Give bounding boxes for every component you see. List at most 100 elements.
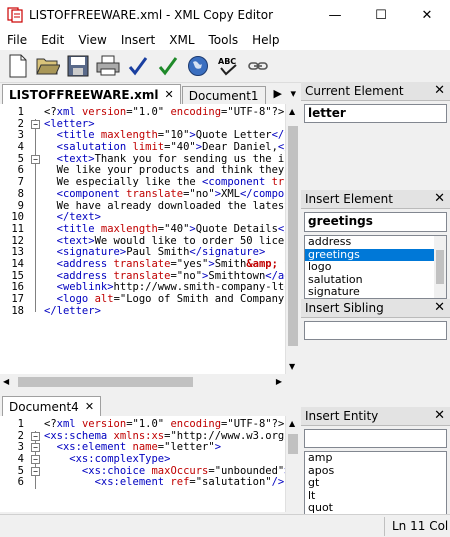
fold-guide — [35, 223, 36, 236]
tab-listoffreeware[interactable]: LISTOFFREEWARE.xml ✕ — [2, 84, 181, 104]
code-line[interactable]: 17 <logo alt="Logo of Smith and Company … — [0, 293, 285, 306]
horizontal-scrollbar-top[interactable]: ◀ ▶ — [0, 374, 300, 390]
code-token: Quote Details — [195, 222, 278, 235]
tab-document4[interactable]: Document4 ✕ — [2, 396, 102, 416]
code-token: ref — [164, 476, 190, 489]
list-item[interactable]: apos — [305, 464, 446, 478]
scroll-down-icon[interactable]: ▼ — [289, 362, 295, 371]
insert-entity-input[interactable] — [304, 429, 447, 448]
code-token: ?> — [271, 418, 285, 430]
code-line[interactable]: 1 <?xml version="1.0" encoding="UTF-8"?> — [0, 106, 285, 119]
scroll-up-icon[interactable]: ▲ — [289, 107, 295, 116]
code-token: ="UTF-8" — [221, 106, 272, 118]
code-token: We especially like the — [44, 176, 203, 189]
fold-guide — [35, 294, 36, 306]
code-token: translate — [271, 176, 285, 189]
code-token: <address — [44, 257, 108, 270]
code-view-top[interactable]: 1 <?xml version="1.0" encoding="UTF-8"?> 2… — [0, 104, 285, 374]
line-number: 8 — [17, 187, 24, 200]
list-scrollbar[interactable] — [434, 236, 446, 298]
tab-close-icon[interactable]: ✕ — [85, 400, 94, 413]
save-button[interactable] — [63, 51, 93, 81]
scroll-thumb[interactable] — [18, 377, 193, 387]
insert-element-input[interactable]: greetings — [304, 212, 447, 232]
menu-edit[interactable]: Edit — [34, 33, 71, 47]
scroll-left-icon[interactable]: ◀ — [3, 377, 9, 386]
code-line[interactable]: 9 We have already downloaded the latest … — [0, 200, 285, 213]
line-number: 4 — [17, 141, 24, 154]
menu-help[interactable]: Help — [245, 33, 286, 47]
maximize-button[interactable]: ☐ — [358, 0, 404, 30]
tab-menu-icon[interactable]: ▾ — [290, 87, 296, 100]
fold-toggle-icon[interactable]: − — [31, 466, 40, 476]
browser-button[interactable] — [183, 51, 213, 81]
menu-insert[interactable]: Insert — [114, 33, 162, 47]
list-item[interactable]: logo — [305, 260, 446, 274]
code-view-bottom[interactable]: 1 <?xml version="1.0" encoding="UTF-8"?> 2… — [0, 416, 285, 512]
vertical-scrollbar-top[interactable]: ▲ ▼ — [285, 104, 300, 374]
scroll-up-icon[interactable]: ▲ — [289, 419, 295, 428]
scroll-thumb[interactable] — [288, 434, 298, 454]
fold-toggle-icon[interactable]: − — [31, 119, 40, 129]
tab-document1[interactable]: Document1 — [181, 86, 266, 104]
link-button[interactable] — [243, 51, 273, 81]
code-token: maxlength — [94, 222, 158, 235]
list-item[interactable]: address — [305, 236, 446, 249]
minimize-button[interactable]: — — [312, 0, 358, 30]
validate-button[interactable] — [153, 51, 183, 81]
code-token: <xs:schema — [44, 429, 108, 442]
code-token: ="1.0" — [126, 106, 165, 118]
fold-guide — [35, 282, 36, 294]
fold-toggle-icon[interactable]: − — [31, 154, 40, 164]
code-line[interactable]: 18 </letter> — [0, 304, 285, 318]
code-token: ="yes" — [170, 257, 209, 270]
list-item[interactable]: gt — [305, 476, 446, 490]
spellcheck-button[interactable]: ABC — [213, 51, 243, 81]
list-item[interactable]: amp — [305, 452, 446, 465]
print-button[interactable] — [93, 51, 123, 81]
vertical-scrollbar-bottom[interactable]: ▲ — [285, 416, 300, 512]
code-token: Thank you for sending us the information… — [94, 152, 285, 165]
tab-scroll-right-icon[interactable]: ▶ — [274, 87, 282, 100]
code-text: </letter> — [44, 305, 101, 318]
close-icon[interactable]: ✕ — [434, 300, 445, 315]
check-wellformed-button[interactable] — [123, 51, 153, 81]
close-icon[interactable]: ✕ — [434, 408, 445, 423]
menu-tools[interactable]: Tools — [202, 33, 246, 47]
scroll-thumb[interactable] — [288, 126, 298, 346]
line-number: 18 — [11, 304, 24, 317]
menu-view[interactable]: View — [71, 33, 113, 47]
print-icon — [96, 55, 120, 76]
current-element-field[interactable]: letter — [304, 104, 447, 123]
close-icon[interactable]: ✕ — [434, 191, 445, 206]
menu-file[interactable]: File — [0, 33, 34, 47]
insert-entity-list[interactable]: amp apos gt lt quot — [304, 451, 447, 515]
validate-icon — [158, 57, 178, 76]
line-number: 17 — [11, 293, 24, 305]
list-item[interactable]: signature — [305, 285, 446, 298]
fold-toggle-icon[interactable]: − — [31, 443, 40, 453]
svg-text:ABC: ABC — [218, 57, 236, 66]
code-token: ="salutation" — [189, 476, 272, 489]
list-item[interactable]: quot — [305, 501, 446, 514]
line-number: 4 — [17, 453, 24, 466]
open-button[interactable] — [33, 51, 63, 81]
insert-element-list[interactable]: address greetings logo salutation signat… — [304, 235, 447, 299]
new-button[interactable] — [3, 51, 33, 81]
fold-toggle-icon[interactable]: − — [31, 455, 40, 465]
fold-guide — [35, 177, 36, 189]
close-icon[interactable]: ✕ — [434, 83, 445, 98]
tab-close-icon[interactable]: ✕ — [165, 88, 174, 101]
insert-sibling-input[interactable] — [304, 321, 447, 340]
code-token: ="no" — [170, 269, 203, 282]
code-token: <xs:element — [44, 476, 165, 489]
code-line[interactable]: 6 <xs:element ref="salutation"/> — [0, 476, 285, 490]
tab-label: Document4 — [9, 399, 79, 414]
code-token: ="http://www.w3.org/2001/X — [164, 429, 285, 442]
close-button[interactable]: ✕ — [404, 0, 450, 30]
window-title: LISTOFFREEWARE.xml - XML Copy Editor — [29, 8, 274, 22]
scroll-thumb[interactable] — [436, 250, 444, 284]
menu-xml[interactable]: XML — [162, 33, 201, 47]
scroll-right-icon[interactable]: ▶ — [276, 377, 282, 386]
fold-toggle-icon[interactable]: − — [31, 431, 40, 441]
